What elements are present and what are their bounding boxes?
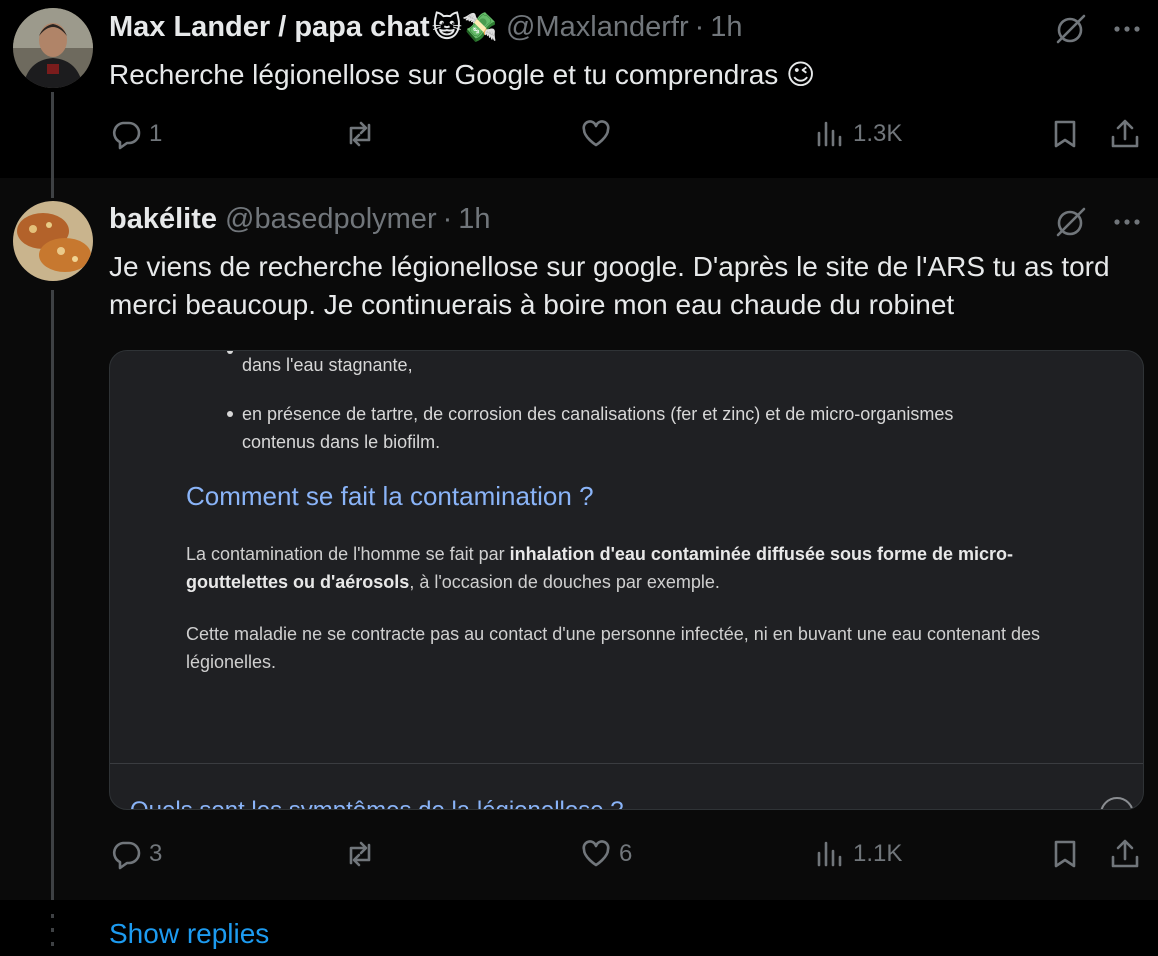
share-icon [1111,839,1139,868]
tweet-header: Max Lander / papa chat 😺💸 @Maxlanderfr ·… [109,10,743,45]
avatar[interactable] [13,8,93,88]
views-icon [817,841,842,867]
reply-icon [112,841,141,870]
timestamp[interactable]: 1h [458,203,490,236]
views-button[interactable]: 1.1K [813,837,902,871]
display-name[interactable]: bakélite [109,203,217,236]
like-icon [582,840,610,867]
like-count: 6 [619,840,633,867]
reply-count: 3 [149,840,163,867]
tweet-text: Recherche légionellose sur Google et tu … [109,59,816,90]
views-count: 1.3K [853,120,903,147]
views-icon [817,121,842,147]
retweet-button[interactable] [343,837,383,871]
thread-line [51,290,54,900]
more-icon[interactable] [1110,12,1144,46]
card-paragraph: Cette maladie ne se contracte pas au con… [186,624,1041,672]
tweet-1[interactable]: Max Lander / papa chat 😺💸 @Maxlanderfr ·… [0,0,1158,178]
card-heading: Comment se fait la contamination ? [186,481,594,511]
tweet-text: Je viens de recherche légionellose sur g… [109,251,1110,320]
tweet-header: bakélite @basedpolymer · 1h [109,203,491,236]
handle[interactable]: @basedpolymer [225,203,437,236]
reply-count: 1 [149,120,163,147]
bookmark-button[interactable] [1048,837,1082,871]
action-bar: 1 1.3K [0,117,1158,157]
divider [110,763,1143,764]
timestamp[interactable]: 1h [710,11,742,44]
card-next-heading: Quels sont les symptômes de la légionell… [130,797,624,809]
display-name[interactable]: Max Lander / papa chat [109,11,430,44]
name-emoji: 😺💸 [431,12,499,44]
tweet-2[interactable]: bakélite @basedpolymer · 1h Je viens de … [0,178,1158,900]
thread-dot [51,914,54,918]
views-count: 1.1K [853,840,903,867]
reply-button[interactable]: 1 [109,117,162,151]
grok-icon[interactable] [1054,12,1088,46]
expand-icon [1100,797,1134,809]
retweet-icon [349,121,371,147]
bullet-text: contenus dans le biofilm. [242,432,441,452]
attached-image[interactable]: dans l'eau stagnante, en présence de tar… [109,350,1144,810]
like-button[interactable] [579,117,619,151]
bullet [227,351,233,354]
avatar[interactable] [13,201,93,281]
retweet-icon [349,841,371,867]
thread-line-top [51,178,54,198]
card-paragraph: La contamination de l'homme se fait par … [186,544,1014,592]
thread-dot [51,928,54,932]
separator-dot: · [442,203,453,235]
bullet-text: en présence de tartre, de corrosion des … [242,404,954,424]
views-button[interactable]: 1.3K [813,117,902,151]
thread-dot [51,942,54,946]
bookmark-icon [1054,840,1076,868]
share-button[interactable] [1108,117,1142,151]
bookmark-button[interactable] [1048,117,1082,151]
like-button[interactable]: 6 [579,837,632,871]
bullet-text: dans l'eau stagnante, [242,355,413,375]
bullet [227,411,233,417]
share-icon [1111,119,1139,148]
reply-button[interactable]: 3 [109,837,162,871]
grok-icon[interactable] [1054,205,1088,239]
separator-dot: · [694,11,705,43]
show-replies-link[interactable]: Show replies [109,918,269,950]
reply-icon [112,121,141,150]
retweet-button[interactable] [343,117,383,151]
handle[interactable]: @Maxlanderfr [506,11,689,44]
more-icon[interactable] [1110,205,1144,239]
like-icon [582,120,610,147]
share-button[interactable] [1108,837,1142,871]
bookmark-icon [1054,120,1076,148]
action-bar: 3 6 1.1K [0,837,1158,877]
